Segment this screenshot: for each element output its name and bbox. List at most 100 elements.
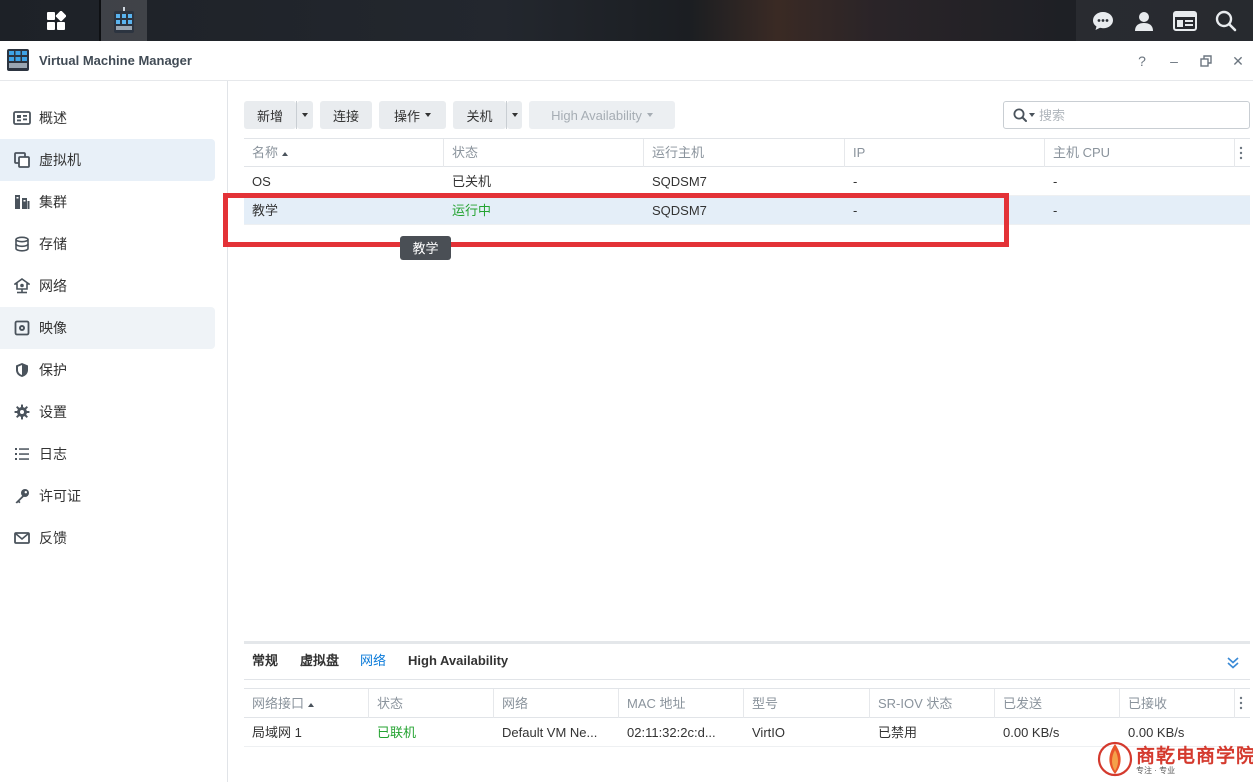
search-input[interactable] [1039, 107, 1229, 123]
column-header-name[interactable]: 名称 [244, 139, 444, 167]
sidebar-item-label: 集群 [39, 194, 67, 210]
shutdown-button[interactable]: 关机 [453, 101, 506, 129]
restore-icon [1200, 55, 1212, 67]
sidebar-item-network[interactable]: 网络 [0, 265, 215, 307]
column-header-host[interactable]: 运行主机 [644, 139, 845, 167]
sidebar-item-license[interactable]: 许可证 [0, 475, 215, 517]
sidebar-item-cluster[interactable]: 集群 [0, 181, 215, 223]
list-icon [13, 445, 31, 463]
sidebar-item-log[interactable]: 日志 [0, 433, 215, 475]
help-button[interactable]: ? [1133, 52, 1151, 70]
widgets-icon[interactable] [1170, 6, 1200, 36]
desktop-taskbar [0, 0, 1253, 41]
restore-button[interactable] [1197, 52, 1215, 70]
logo-mark-icon [1097, 741, 1133, 777]
shutdown-dropdown-button[interactable] [507, 101, 522, 129]
column-header-interface[interactable]: 网络接口 [244, 689, 369, 718]
sidebar-item-label: 保护 [39, 362, 67, 378]
sort-asc-icon [282, 151, 289, 156]
cell-interface: 局域网 1 [252, 725, 302, 740]
sort-asc-icon [308, 702, 315, 707]
sidebar-item-feedback[interactable]: 反馈 [0, 517, 215, 559]
cell-vm-host: SQDSM7 [652, 174, 707, 189]
taskbar-vmm-app[interactable] [101, 0, 147, 41]
watermark-subtext: 专注 · 专业 [1136, 766, 1176, 775]
chevron-down-icon[interactable] [1029, 113, 1035, 117]
tooltip: 教学 [400, 236, 451, 260]
tab-general[interactable]: 常规 [252, 644, 278, 679]
sidebar-item-settings[interactable]: 设置 [0, 391, 215, 433]
sidebar-item-label: 概述 [39, 110, 67, 126]
column-header-ip[interactable]: IP [845, 139, 1045, 167]
column-header-status[interactable]: 状态 [369, 689, 494, 718]
sidebar-item-storage[interactable]: 存储 [0, 223, 215, 265]
create-dropdown-button[interactable] [297, 101, 313, 129]
cell-model: VirtIO [752, 725, 785, 740]
high-availability-button[interactable]: High Availability [529, 101, 675, 129]
sidebar-item-label: 存储 [39, 236, 67, 252]
vm-icon [13, 151, 31, 169]
cell-vm-cpu: - [1053, 174, 1058, 189]
gear-icon [13, 403, 31, 421]
network-icon [13, 277, 31, 295]
column-header-received[interactable]: 已接收 [1120, 689, 1235, 718]
cell-vm-cpu: - [1053, 203, 1058, 218]
grid-apps-icon [47, 10, 66, 30]
sidebar-item-overview[interactable]: 概述 [0, 97, 215, 139]
search-box[interactable] [1003, 101, 1250, 129]
action-menu-label: 操作 [393, 108, 420, 124]
table-row[interactable]: OS 已关机 SQDSM7 - - [244, 167, 1250, 196]
column-options-icon[interactable] [1236, 146, 1246, 160]
chevron-down-icon [302, 113, 308, 117]
sidebar-item-label: 虚拟机 [39, 152, 81, 168]
minimize-button[interactable]: – [1165, 52, 1183, 70]
action-menu-button[interactable]: 操作 [379, 101, 446, 129]
column-header-cpu[interactable]: 主机 CPU [1045, 139, 1235, 167]
sidebar-item-label: 反馈 [39, 530, 67, 546]
vmm-app-icon [7, 49, 29, 71]
main-menu-button[interactable] [13, 0, 99, 41]
storage-icon [13, 235, 31, 253]
sidebar-item-protection[interactable]: 保护 [0, 349, 215, 391]
window-title: Virtual Machine Manager [39, 53, 192, 68]
column-header-sent[interactable]: 已发送 [995, 689, 1120, 718]
chevron-down-icon [511, 113, 518, 117]
tab-virtual-disk[interactable]: 虚拟盘 [300, 644, 339, 679]
high-availability-label: High Availability [551, 107, 642, 123]
watermark-text: 商乾电商学院 [1136, 745, 1253, 767]
collapse-panel-icon[interactable] [1226, 656, 1240, 670]
tab-network[interactable]: 网络 [360, 644, 386, 679]
cell-sriov: 已禁用 [878, 725, 918, 740]
tab-high-availability[interactable]: High Availability [408, 644, 508, 679]
window-titlebar: Virtual Machine Manager ? – ✕ [0, 41, 1253, 81]
create-button[interactable]: 新增 [244, 101, 296, 129]
search-icon[interactable] [1211, 6, 1241, 36]
cell-mac: 02:11:32:2c:d... [627, 725, 716, 740]
network-grid-header: 网络接口 状态 网络 MAC 地址 型号 SR-IOV 状态 已发送 已接收 [244, 688, 1250, 718]
shield-icon [13, 361, 31, 379]
sidebar-item-image[interactable]: 映像 [0, 307, 215, 349]
detail-tabs: 常规 虚拟盘 网络 High Availability [244, 644, 1250, 680]
cell-network: Default VM Ne... [502, 725, 598, 740]
cell-vm-ip: - [853, 174, 858, 189]
chevron-down-icon [425, 113, 431, 117]
sidebar-item-vm[interactable]: 虚拟机 [0, 139, 215, 181]
cluster-icon [13, 193, 31, 211]
column-header-model[interactable]: 型号 [744, 689, 870, 718]
close-button[interactable]: ✕ [1229, 52, 1247, 70]
column-header-mac[interactable]: MAC 地址 [619, 689, 744, 718]
column-header-status[interactable]: 状态 [444, 139, 644, 167]
column-header-sriov[interactable]: SR-IOV 状态 [870, 689, 995, 718]
cell-vm-name: OS [252, 174, 271, 189]
highlight-annotation-box [223, 193, 1009, 247]
sidebar-item-label: 网络 [39, 278, 67, 294]
cell-sent: 0.00 KB/s [1003, 725, 1060, 740]
user-icon[interactable] [1129, 6, 1159, 36]
column-options-icon[interactable] [1236, 696, 1246, 710]
column-header-label: 网络接口 [252, 696, 305, 711]
connect-button[interactable]: 连接 [320, 101, 372, 129]
sidebar-item-label: 设置 [39, 404, 67, 420]
sidebar-item-label: 映像 [39, 320, 67, 336]
chat-icon[interactable] [1088, 6, 1118, 36]
column-header-network[interactable]: 网络 [494, 689, 619, 718]
